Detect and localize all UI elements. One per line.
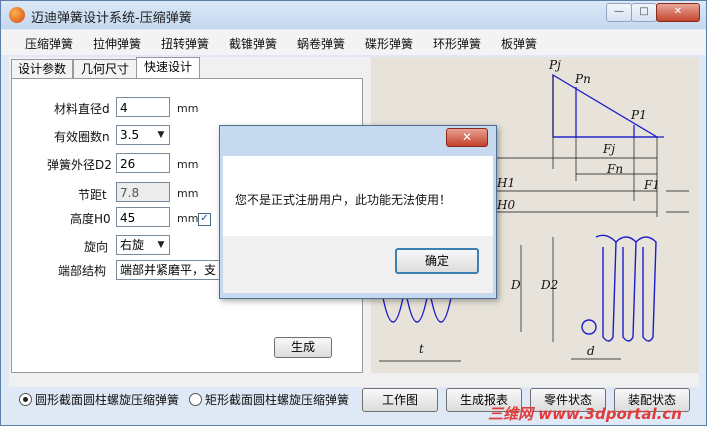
- pitch-label: 节距t: [78, 188, 107, 202]
- label-f1: F1: [643, 178, 660, 192]
- circular-section-radio[interactable]: [19, 393, 32, 406]
- wire-diameter-label: 材料直径d: [54, 102, 110, 116]
- load-triangle: [552, 73, 660, 138]
- close-button[interactable]: ✕: [656, 3, 700, 22]
- label-p1: P1: [630, 108, 647, 122]
- work-drawing-button[interactable]: 工作图: [362, 388, 438, 412]
- direction-value: 右旋: [120, 238, 145, 252]
- title-bar: 迈迪弹簧设计系统-压缩弹簧 — □ ✕: [1, 1, 706, 29]
- ok-button[interactable]: 确定: [395, 248, 479, 274]
- dialog-message: 您不是正式注册用户，此功能无法使用！: [235, 193, 452, 207]
- height-label: 高度H0: [70, 212, 111, 226]
- dialog-footer: 确定: [223, 236, 493, 293]
- rect-section-label: 矩形截面圆柱螺旋压缩弹簧: [205, 393, 350, 407]
- active-coils-value: 3.5: [120, 128, 140, 142]
- dialog-close-button[interactable]: ✕: [446, 128, 488, 147]
- circular-section-label: 圆形截面圆柱螺旋压缩弹簧: [35, 393, 180, 407]
- menu-extension-spring[interactable]: 拉伸弹簧: [93, 35, 141, 52]
- chevron-down-icon: ▼: [157, 130, 165, 140]
- direction-select[interactable]: 右旋 ▼: [116, 235, 170, 255]
- chevron-down-icon: ▼: [157, 240, 165, 250]
- app-logo-icon: [9, 7, 25, 23]
- label-pj: Pj: [548, 58, 561, 72]
- tab-quick-design[interactable]: 快速设计: [136, 57, 200, 80]
- active-coils-label: 有效圈数n: [54, 130, 110, 144]
- pitch-input[interactable]: 7.8: [116, 182, 170, 202]
- minimize-button[interactable]: —: [606, 3, 632, 22]
- wire-diameter-unit: mm: [177, 102, 199, 115]
- label-d-outer: D: [510, 278, 521, 292]
- menu-compression-spring[interactable]: 压缩弹簧: [25, 35, 73, 52]
- wire-diameter-input[interactable]: 4: [116, 97, 170, 117]
- end-structure-label: 端部结构: [58, 264, 107, 278]
- rect-section-radio[interactable]: [189, 393, 202, 406]
- end-structure-select[interactable]: 端部并紧磨平，支: [116, 260, 226, 280]
- height-unit: mm: [177, 212, 199, 225]
- label-d2: D2: [540, 278, 558, 292]
- tab-geometry[interactable]: 几何尺寸: [73, 59, 137, 79]
- outer-diameter-unit: mm: [177, 158, 199, 171]
- menu-volute-spring[interactable]: 蜗卷弹簧: [297, 35, 345, 52]
- label-t: t: [419, 342, 424, 356]
- label-fn: Fn: [606, 162, 623, 176]
- registration-dialog: ✕ 您不是正式注册用户，此功能无法使用！ 确定: [219, 125, 497, 299]
- menu-conical-spring[interactable]: 截锥弹簧: [229, 35, 277, 52]
- watermark: 三维网 www.3dportal.cn: [488, 405, 682, 423]
- menu-ring-spring[interactable]: 环形弹簧: [433, 35, 481, 52]
- height-checkbox[interactable]: ✓: [198, 213, 211, 226]
- label-h0: H0: [496, 198, 515, 212]
- maximize-button[interactable]: □: [631, 3, 657, 22]
- label-fj: Fj: [602, 142, 615, 156]
- label-pn: Pn: [574, 72, 591, 86]
- label-h1: H1: [496, 176, 515, 190]
- menu-disc-spring[interactable]: 碟形弹簧: [365, 35, 413, 52]
- window-title: 迈迪弹簧设计系统-压缩弹簧: [31, 11, 192, 26]
- generate-button[interactable]: 生成: [274, 337, 332, 358]
- active-coils-select[interactable]: 3.5 ▼: [116, 125, 170, 145]
- menu-leaf-spring[interactable]: 板弹簧: [501, 35, 537, 52]
- direction-label: 旋向: [84, 240, 109, 254]
- height-input[interactable]: 45: [116, 207, 170, 227]
- label-d: d: [587, 344, 595, 358]
- pitch-unit: mm: [177, 187, 199, 200]
- menu-torsion-spring[interactable]: 扭转弹簧: [161, 35, 209, 52]
- outer-diameter-input[interactable]: 26: [116, 153, 170, 173]
- spring-type-menu: 压缩弹簧 拉伸弹簧 扭转弹簧 截锥弹簧 蜗卷弹簧 碟形弹簧 环形弹簧 板弹簧: [1, 30, 706, 55]
- tab-design-params[interactable]: 设计参数: [11, 59, 73, 79]
- outer-diameter-label: 弹簧外径D2: [47, 158, 112, 172]
- dialog-body: 您不是正式注册用户，此功能无法使用！: [223, 156, 493, 236]
